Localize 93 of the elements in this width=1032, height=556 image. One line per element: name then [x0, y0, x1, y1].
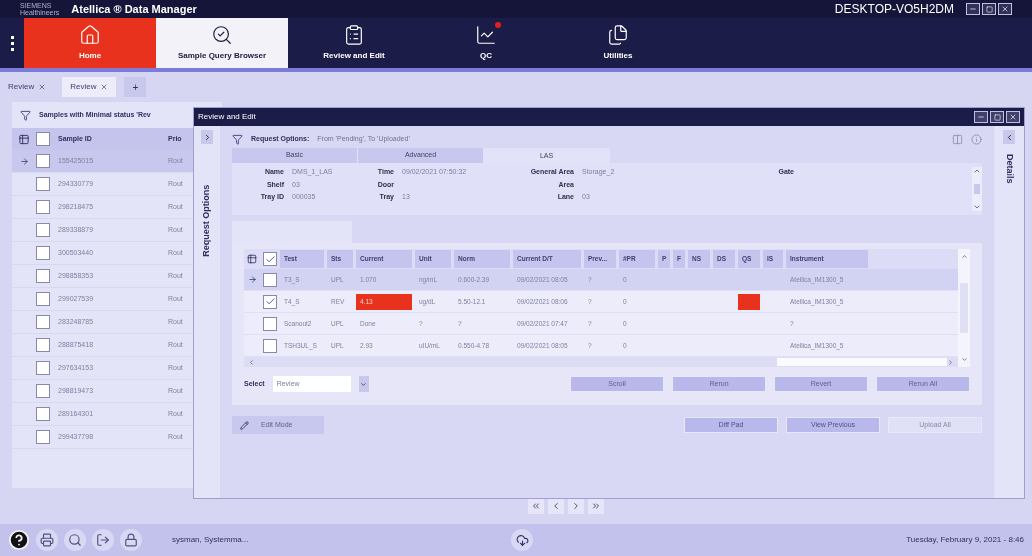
scroll-right-icon[interactable] [947, 358, 954, 366]
logout-glyph-icon [96, 533, 110, 547]
info-icon[interactable] [971, 133, 982, 145]
columns-icon[interactable] [247, 254, 257, 264]
dropdown-button[interactable] [358, 376, 369, 392]
collapse-button[interactable] [1003, 130, 1015, 144]
logout-icon[interactable] [92, 529, 114, 551]
close-tab-icon[interactable] [38, 83, 47, 91]
app-title: Atellica ® Data Manager [71, 1, 197, 17]
maximize-icon [985, 5, 993, 13]
minimize-button[interactable] [966, 3, 980, 15]
nav-tab[interactable]: Review and Edit [288, 18, 420, 68]
scroll-down-icon[interactable] [960, 356, 968, 363]
select-all-checkbox[interactable] [263, 252, 277, 266]
nav-tab[interactable]: QC [420, 18, 552, 68]
row-checkbox[interactable] [36, 407, 50, 421]
nav-tab[interactable]: Home [24, 18, 156, 68]
scroll-left-icon[interactable] [248, 358, 255, 366]
row-checkbox[interactable] [263, 338, 277, 353]
vertical-scrollbar[interactable] [958, 249, 970, 367]
maximize-button[interactable] [982, 3, 996, 15]
qc-icon [475, 24, 497, 46]
document-tab[interactable]: Review [62, 77, 117, 97]
row-checkbox[interactable] [263, 316, 277, 331]
expand-button[interactable] [201, 130, 213, 144]
close-icon [1009, 113, 1017, 121]
utilities-icon [607, 24, 629, 46]
document-tab[interactable]: Review [0, 77, 55, 97]
row-checkbox[interactable] [36, 177, 50, 191]
columns-icon[interactable] [16, 133, 32, 145]
close-button[interactable] [998, 3, 1012, 15]
scroll-down-icon[interactable] [973, 203, 981, 211]
row-checkbox[interactable] [263, 294, 277, 309]
current-row-icon [247, 275, 257, 284]
scroll-thumb[interactable] [974, 184, 980, 194]
date-time: Tuesday, February 9, 2021 - 8:46 [906, 534, 1024, 546]
maximize-icon [993, 113, 1001, 121]
row-checkbox[interactable] [36, 292, 50, 306]
menu-icon[interactable] [10, 35, 14, 51]
filter-icon[interactable] [232, 133, 243, 145]
horizontal-scrollbar[interactable] [244, 357, 958, 367]
lock-icon[interactable] [120, 529, 142, 551]
row-checkbox[interactable] [36, 384, 50, 398]
row-checkbox[interactable] [36, 223, 50, 237]
row-checkbox[interactable] [36, 338, 50, 352]
cloud-icon[interactable] [511, 529, 534, 551]
row-checkbox[interactable] [36, 430, 50, 444]
maximize-button[interactable] [990, 111, 1004, 123]
row-checkbox[interactable] [263, 272, 277, 287]
home-icon [79, 24, 101, 46]
nav-tab[interactable]: Utilities [552, 18, 684, 68]
dialog-title: Review and Edit [198, 111, 256, 123]
search-glyph-icon [68, 533, 82, 547]
strip-label: Details [1003, 154, 1016, 184]
next-page-icon [571, 501, 581, 511]
minimize-button[interactable] [974, 111, 988, 123]
add-tab-button[interactable]: + [124, 77, 147, 97]
scroll-up-icon[interactable] [960, 253, 968, 260]
close-button[interactable] [1006, 111, 1020, 123]
vertical-scrollbar[interactable] [972, 167, 982, 211]
row-checkbox[interactable] [36, 315, 50, 329]
search-icon[interactable] [64, 529, 86, 551]
cloud-download-icon [515, 533, 529, 547]
close-tab-icon[interactable] [100, 83, 109, 91]
scroll-up-icon[interactable] [973, 167, 981, 175]
minimize-icon [969, 5, 977, 13]
nav-tab[interactable]: Sample Query Browser [156, 18, 288, 68]
print-glyph-icon [40, 533, 54, 547]
minimize-icon [977, 113, 985, 121]
select-all-checkbox[interactable] [36, 132, 50, 146]
computer-name: DESKTOP-VO5H2DM [834, 1, 954, 18]
first-page-icon [531, 501, 541, 511]
query-icon [211, 24, 233, 46]
current-row-icon [19, 156, 29, 166]
print-icon[interactable] [36, 529, 58, 551]
row-checkbox[interactable] [36, 154, 50, 168]
chevron-down-icon [360, 380, 368, 388]
previous-page-icon [551, 501, 561, 511]
row-checkbox[interactable] [36, 269, 50, 283]
last-page-icon [591, 501, 601, 511]
pencil-icon [240, 420, 249, 430]
scroll-thumb[interactable] [777, 358, 947, 366]
close-icon [1001, 5, 1009, 13]
help-icon[interactable] [8, 529, 30, 551]
filter-icon[interactable] [20, 109, 31, 121]
review-icon [343, 24, 365, 46]
lock-glyph-icon [124, 533, 138, 547]
row-checkbox[interactable] [36, 200, 50, 214]
row-checkbox[interactable] [36, 246, 50, 260]
request-options-strip[interactable]: Request Options [194, 126, 220, 498]
row-checkbox[interactable] [36, 361, 50, 375]
user-name: sysman, Systemma... [172, 534, 249, 546]
details-strip[interactable]: Details [994, 126, 1024, 498]
